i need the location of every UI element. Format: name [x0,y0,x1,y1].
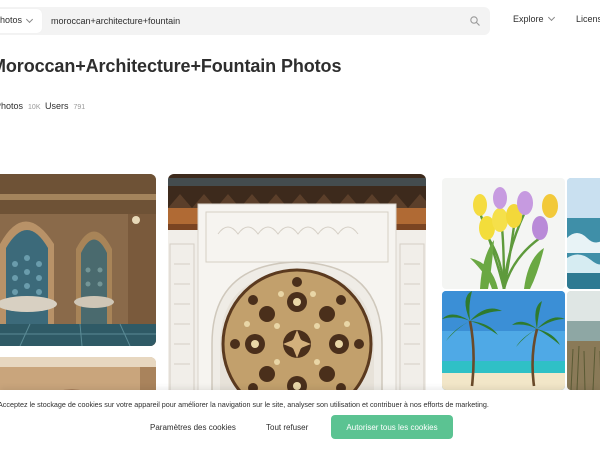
tab-count: 10K [28,104,41,111]
cookie-settings-button[interactable]: Paramètres des cookies [150,423,236,432]
search-type-label: Photos [0,15,23,25]
tab-users[interactable]: Users 791 [45,101,85,111]
top-navigation-bar: Photos Explore License [0,0,600,42]
tab-label: Photos [0,101,24,111]
search-type-dropdown[interactable]: Photos [0,9,42,33]
search-bar: Photos [0,7,490,35]
nav-license[interactable]: License [576,14,600,24]
cookie-consent-text: Acceptez le stockage de cookies sur votr… [0,400,489,409]
photo-palm-trees-beach[interactable] [442,291,565,390]
photo-moroccan-white-arch-zellige[interactable] [168,174,426,404]
tab-label: Users [45,101,69,111]
page-title: Moroccan+Architecture+Fountain Photos [0,56,342,76]
nav-explore[interactable]: Explore [513,14,544,24]
tab-photos[interactable]: Photos 10K [0,101,41,111]
chevron-down-icon [25,15,34,24]
tab-count: 791 [73,104,86,111]
photo-coastal-grass[interactable] [567,291,600,390]
search-input[interactable] [51,12,451,30]
accept-all-cookies-button[interactable]: Autoriser tous les cookies [331,415,453,439]
photo-tulips[interactable] [442,178,565,289]
cookie-consent-banner: Acceptez le stockage de cookies sur votr… [0,390,600,450]
chevron-down-icon [547,13,556,22]
search-icon[interactable] [470,16,480,26]
photo-sea-wave[interactable] [567,178,600,289]
refuse-all-cookies-button[interactable]: Tout refuser [266,423,308,432]
photo-moroccan-wall-fountain[interactable] [0,174,156,346]
